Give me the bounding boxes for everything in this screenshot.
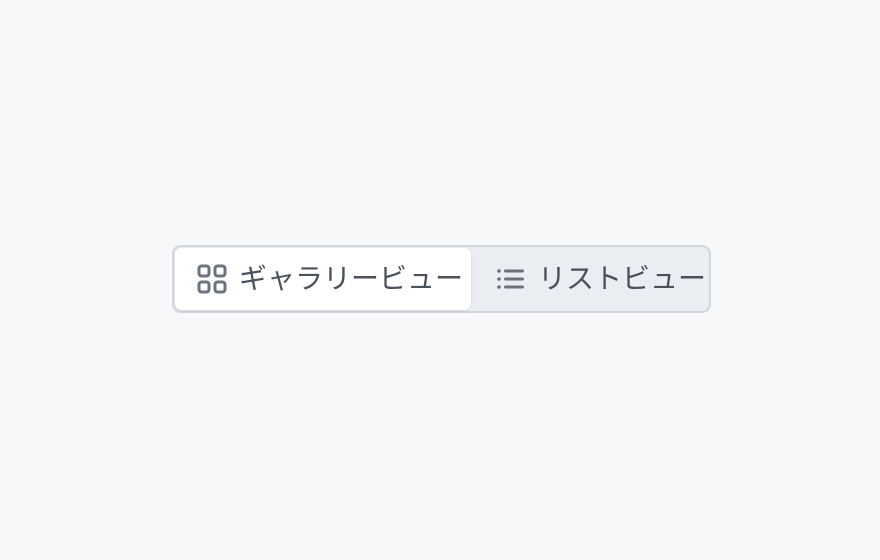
gallery-view-button[interactable]: ギャラリービュー (175, 248, 471, 310)
gallery-view-label: ギャラリービュー (239, 262, 464, 295)
list-icon (495, 263, 527, 295)
list-view-button[interactable]: リストビュー (471, 248, 708, 310)
page: ギャラリービュー リストビュー (0, 0, 880, 560)
view-switcher: ギャラリービュー リストビュー (172, 245, 711, 313)
list-view-label: リストビュー (538, 262, 707, 295)
grid-icon (196, 263, 228, 295)
